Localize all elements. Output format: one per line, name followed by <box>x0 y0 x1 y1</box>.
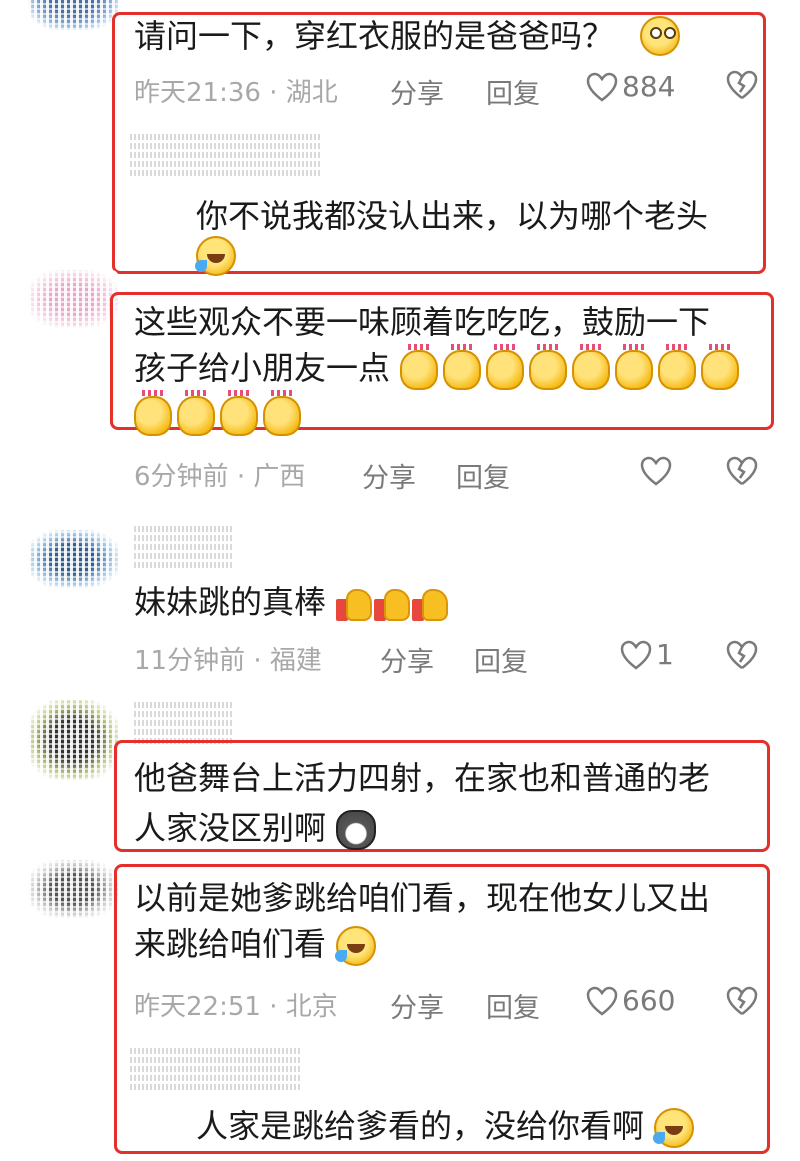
comment-text-line1: 以前是她爹跳给咱们看，现在他女儿又出 <box>134 879 711 917</box>
reply-text: 人家是跳给爹看的，没给你看啊 <box>196 1104 695 1148</box>
comment-text: 请问一下，穿红衣服的是爸爸吗？ <box>134 17 615 55</box>
location: 北京 <box>285 992 338 1022</box>
avatar[interactable] <box>28 0 118 30</box>
comment-meta: 昨天22:51 · 北京 <box>134 986 338 1023</box>
thumbs-up-icon <box>374 585 412 623</box>
clapping-hands-icon <box>220 390 258 436</box>
thumbs-up-icon <box>412 585 450 623</box>
clapping-hands-icon <box>443 344 482 390</box>
comment-emoji-row <box>134 390 306 436</box>
clapping-hands-icon <box>134 390 172 436</box>
clapping-hands-icon <box>400 344 439 390</box>
thumbs-up-icon <box>336 585 374 623</box>
reply-button[interactable]: 回复 <box>474 640 528 679</box>
like-button[interactable]: 884 <box>586 70 675 103</box>
comment-meta: 昨天21:36 · 湖北 <box>134 72 338 109</box>
share-button[interactable]: 分享 <box>380 640 434 679</box>
husky-icon <box>336 810 377 850</box>
timestamp: 11分钟前 <box>134 646 246 676</box>
separator: · <box>253 646 262 676</box>
share-button[interactable]: 分享 <box>362 456 416 495</box>
clapping-hands-icon <box>177 390 215 436</box>
separator: · <box>236 462 246 492</box>
location: 湖北 <box>285 78 338 108</box>
rolling-laugh-icon <box>335 926 377 966</box>
comment-text-line2: 来跳给咱们看 <box>134 922 377 966</box>
timestamp: 昨天21:36 <box>134 78 261 108</box>
dislike-icon[interactable] <box>726 640 758 670</box>
comment-text-line2: 孩子给小朋友一点 <box>134 344 744 390</box>
timestamp: 6分钟前 <box>134 462 229 492</box>
separator: · <box>269 78 278 108</box>
rolling-laugh-icon <box>195 236 236 276</box>
reply-username[interactable] <box>130 132 320 176</box>
clapping-hands-icon <box>529 344 568 390</box>
clapping-hands-icon <box>615 344 654 390</box>
comment-text-line1: 他爸舞台上活力四射，在家也和普通的老 <box>134 759 711 797</box>
reply-button[interactable]: 回复 <box>456 456 510 495</box>
thinking-face-icon <box>640 16 680 56</box>
heart-icon <box>586 986 618 1016</box>
separator: · <box>269 992 278 1022</box>
reply-username[interactable] <box>130 1046 300 1090</box>
location: 福建 <box>269 646 322 676</box>
share-button[interactable]: 分享 <box>390 986 444 1025</box>
comment-meta: 6分钟前 · 广西 <box>134 456 305 493</box>
avatar[interactable] <box>28 270 118 328</box>
heart-icon[interactable] <box>640 456 672 486</box>
reply-text: 你不说我都没认出来，以为哪个老头 <box>196 197 709 235</box>
reply-button[interactable]: 回复 <box>486 986 540 1025</box>
dislike-icon[interactable] <box>726 986 758 1016</box>
like-count: 660 <box>622 984 676 1017</box>
like-count: 884 <box>622 70 676 103</box>
avatar[interactable] <box>28 860 118 918</box>
avatar[interactable] <box>28 530 118 588</box>
share-button[interactable]: 分享 <box>390 72 444 111</box>
username[interactable] <box>134 524 234 568</box>
like-button[interactable]: 660 <box>586 984 675 1017</box>
rolling-laugh-icon <box>653 1108 695 1148</box>
comment-text-line1: 这些观众不要一味顾着吃吃吃，鼓励一下 <box>134 303 711 341</box>
clapping-hands-icon <box>701 344 740 390</box>
clapping-hands-icon <box>572 344 611 390</box>
avatar[interactable] <box>28 700 118 780</box>
comment-text-line2: 人家没区别啊 <box>134 806 377 850</box>
heart-icon <box>620 640 652 670</box>
username[interactable] <box>134 700 234 744</box>
clapping-hands-icon <box>263 390 301 436</box>
location: 广西 <box>253 462 306 492</box>
heart-icon <box>586 72 618 102</box>
like-count: 1 <box>656 638 674 671</box>
comment-text: 妹妹跳的真棒 <box>134 580 450 624</box>
dislike-icon[interactable] <box>726 70 758 100</box>
clapping-hands-icon <box>486 344 525 390</box>
like-button[interactable]: 1 <box>620 638 674 671</box>
clapping-hands-icon <box>658 344 697 390</box>
comment-meta: 11分钟前 · 福建 <box>134 640 322 677</box>
timestamp: 昨天22:51 <box>134 992 261 1022</box>
dislike-icon[interactable] <box>726 456 758 486</box>
reply-button[interactable]: 回复 <box>486 72 540 111</box>
